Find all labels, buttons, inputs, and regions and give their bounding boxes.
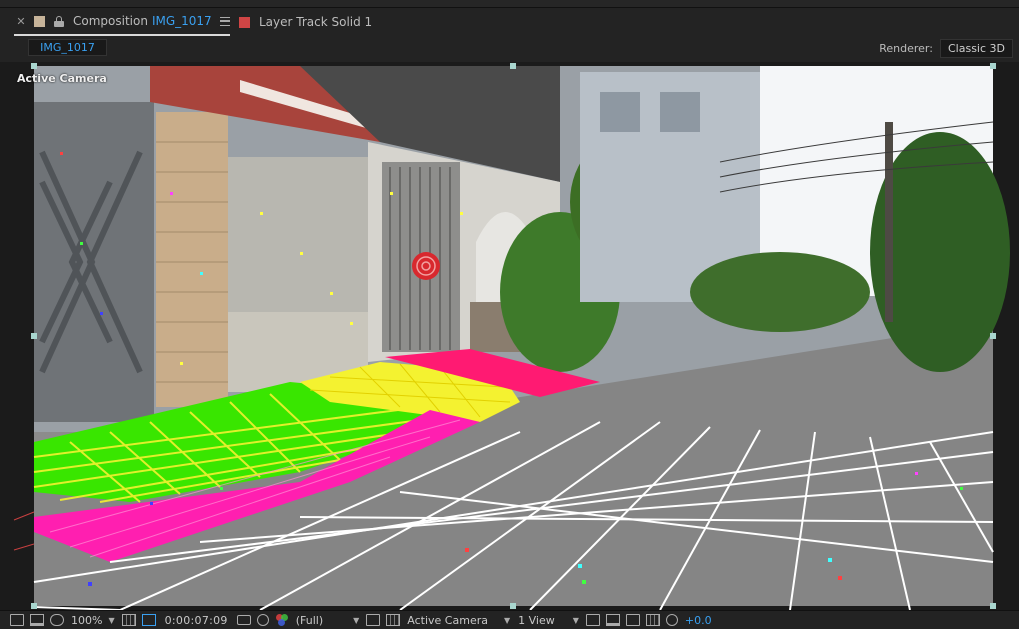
top-strip xyxy=(0,0,1019,8)
active-camera-label: Active Camera xyxy=(17,72,107,85)
transparency-grid-icon[interactable] xyxy=(386,614,401,626)
exposure-value[interactable]: +0.0 xyxy=(685,614,712,627)
panel-tab-bar: ✕ Composition IMG_1017 Layer Track Solid… xyxy=(0,8,1019,36)
brick-pillar xyxy=(156,112,228,407)
chevron-down-icon: ▼ xyxy=(503,615,511,625)
primary-viewer-icon[interactable] xyxy=(30,614,44,626)
tab-composition[interactable]: ✕ Composition IMG_1017 xyxy=(14,8,230,36)
tab-layer[interactable]: Layer Track Solid 1 xyxy=(239,8,372,36)
viewer-frame xyxy=(0,62,1019,610)
chevron-down-icon: ▼ xyxy=(353,615,360,625)
viewer-footer-toolbar: 100% ▼ 0:00:07:09 (Full) ▼ Active Camera… xyxy=(0,610,1019,629)
resolution-value: (Full) xyxy=(295,613,324,627)
zoom-value: 100% xyxy=(71,613,103,627)
3d-view-value: Active Camera xyxy=(407,613,488,627)
region-of-interest-icon[interactable] xyxy=(366,614,381,626)
reset-exposure-icon[interactable] xyxy=(665,614,678,626)
fast-previews-icon[interactable] xyxy=(605,614,620,626)
renderer-control: Renderer: Classic 3D xyxy=(879,39,1013,58)
chevron-down-icon: ▼ xyxy=(108,615,115,625)
view-layout-value: 1 View xyxy=(518,613,555,627)
current-time[interactable]: 0:00:07:09 xyxy=(165,614,228,627)
renderer-button[interactable]: Classic 3D xyxy=(939,39,1013,58)
toggle-pixel-aspect-icon[interactable] xyxy=(585,614,600,626)
tab-composition-prefix: Composition xyxy=(73,14,148,28)
flowchart-icon[interactable] xyxy=(645,614,660,626)
mask-visibility-icon[interactable] xyxy=(141,614,156,626)
color-channels-icon[interactable] xyxy=(275,614,288,626)
grid-guides-icon[interactable] xyxy=(121,614,136,626)
magnification-dropdown[interactable]: 100% ▼ xyxy=(71,614,115,627)
view-layout-dropdown[interactable]: 1 View ▼ xyxy=(518,614,579,627)
lock-icon[interactable] xyxy=(54,15,64,27)
renderer-label: Renderer: xyxy=(879,42,933,55)
label-color-swatch xyxy=(34,15,45,27)
composition-viewer[interactable]: Active Camera xyxy=(0,62,1019,610)
panel-menu-icon[interactable] xyxy=(219,16,230,26)
chevron-down-icon: ▼ xyxy=(572,615,579,625)
3d-view-dropdown[interactable]: Active Camera ▼ xyxy=(407,614,510,627)
timeline-icon[interactable] xyxy=(625,614,640,626)
3d-glasses-icon[interactable] xyxy=(50,614,64,626)
tab-layer-label: Layer Track Solid 1 xyxy=(259,15,373,29)
resolution-dropdown[interactable]: (Full) ▼ xyxy=(296,614,360,627)
always-preview-icon[interactable] xyxy=(10,614,24,626)
snapshot-camera-icon[interactable] xyxy=(236,615,251,625)
tab-composition-name: IMG_1017 xyxy=(151,14,212,28)
label-color-swatch xyxy=(239,16,250,28)
composition-breadcrumb[interactable]: IMG_1017 xyxy=(28,39,107,56)
close-icon[interactable]: ✕ xyxy=(14,15,28,28)
composition-navigator-bar: IMG_1017 Renderer: Classic 3D xyxy=(0,36,1019,62)
target-marker xyxy=(412,252,440,280)
show-snapshot-icon[interactable] xyxy=(256,614,269,626)
